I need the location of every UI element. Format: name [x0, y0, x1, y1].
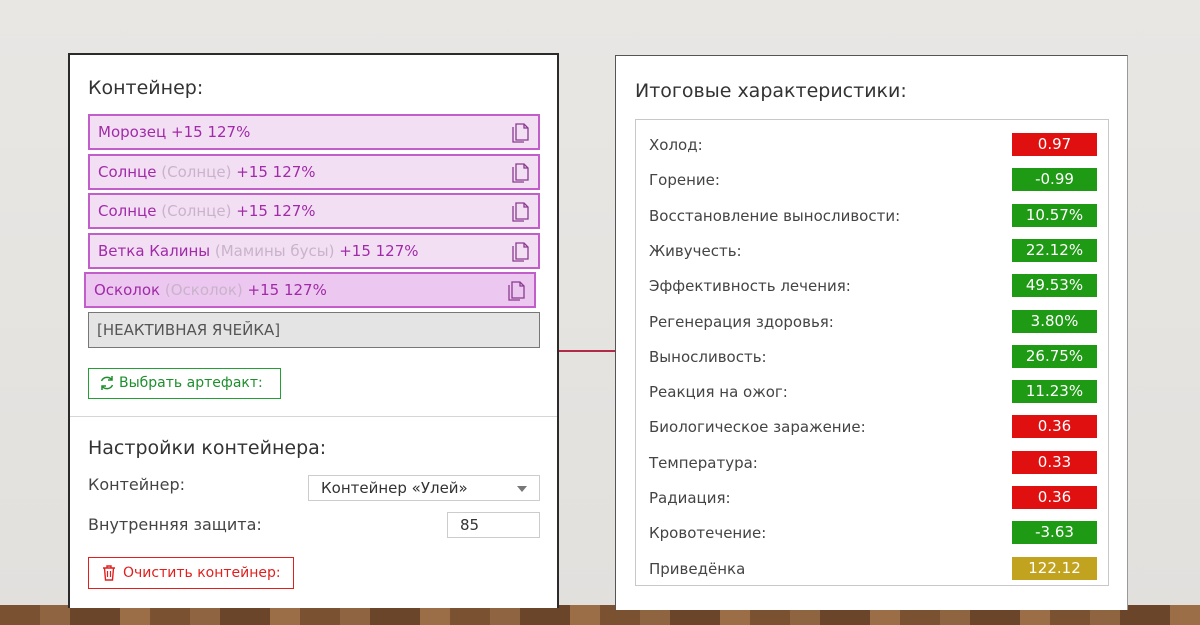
stat-row: Горение: -0.99 — [636, 164, 1108, 199]
artifact-name: Морозец — [98, 123, 167, 141]
artifact-bonus: +15 127% — [247, 281, 327, 299]
stat-value-badge: 11.23% — [1012, 380, 1097, 404]
stat-row: Холод: 0.97 — [636, 129, 1108, 164]
artifact-name: Солнце — [98, 202, 157, 220]
stats-list: Холод: 0.97 Горение: -0.99 Восстановление вы… — [635, 119, 1109, 586]
stat-name: Холод: — [649, 136, 703, 154]
stat-name: Температура: — [649, 453, 758, 472]
stat-value-badge: 10.57% — [1012, 203, 1097, 227]
clear-container-button[interactable]: Очистить контейнер: — [88, 557, 294, 589]
choose-artifact-label: Выбрать артефакт: — [119, 375, 263, 391]
connector-line — [557, 350, 617, 352]
stat-name: Эффективность лечения: — [649, 277, 851, 296]
stat-row: Восстановление выносливости: 10.57% — [636, 200, 1108, 235]
stat-value-badge: 0.97 — [1012, 133, 1097, 156]
stat-value-badge: 0.36 — [1012, 486, 1097, 509]
summary-panel: Итоговые характеристики: Холод: 0.97 Горен… — [615, 55, 1128, 610]
stat-value-badge: -0.99 — [1012, 168, 1097, 192]
artifact-bonus: +15 127% — [236, 163, 316, 181]
copy-icon[interactable] — [508, 279, 526, 301]
artifact-slot[interactable]: Солнце (Солнце) +15 127% — [88, 193, 540, 229]
choose-artifact-button[interactable]: Выбрать артефакт: — [88, 368, 281, 399]
container-type-label: Контейнер: — [88, 475, 186, 494]
clear-container-label: Очистить контейнер: — [123, 565, 281, 581]
section-divider — [70, 416, 557, 417]
stat-row: Приведёнка 122.12 — [636, 553, 1108, 588]
stat-name: Приведёнка — [649, 559, 746, 578]
artifact-slot[interactable]: Морозец +15 127% — [88, 114, 540, 150]
stat-row: Температура: 0.33 — [636, 447, 1108, 482]
artifact-bonus: +15 127% — [339, 242, 419, 260]
artifact-bonus: +15 127% — [171, 123, 251, 141]
protection-label: Внутренняя защита: — [88, 515, 262, 534]
stat-name: Восстановление выносливости: — [649, 206, 901, 225]
trash-icon — [103, 565, 115, 581]
artifact-name: Осколок — [94, 281, 161, 299]
artifact-slot[interactable]: Солнце (Солнце) +15 127% — [88, 154, 540, 190]
refresh-icon — [100, 376, 114, 390]
stat-row: Кровотечение: -3.63 — [636, 517, 1108, 552]
stat-value-badge: 0.36 — [1012, 415, 1097, 439]
stat-row: Регенерация здоровья: 3.80% — [636, 306, 1108, 341]
stat-row: Радиация: 0.36 — [636, 482, 1108, 517]
copy-icon[interactable] — [512, 200, 530, 222]
container-panel: Контейнер: Морозец +15 127% Солнце (Солн… — [68, 53, 559, 608]
stat-name: Радиация: — [649, 489, 731, 507]
stat-name: Биологическое заражение: — [649, 418, 866, 437]
artifact-source: (Солнце) — [161, 202, 232, 220]
stat-value-badge: 22.12% — [1012, 238, 1097, 262]
stat-value-badge: 3.80% — [1012, 309, 1097, 333]
artifact-bonus: +15 127% — [236, 202, 316, 220]
stat-row: Эффективность лечения: 49.53% — [636, 270, 1108, 305]
artifact-name: Солнце — [98, 163, 157, 181]
settings-heading: Настройки контейнера: — [88, 437, 327, 459]
copy-icon[interactable] — [512, 121, 530, 143]
artifact-source: (Мамины бусы) — [214, 242, 335, 260]
artifact-slot-selected[interactable]: Осколок (Осколок) +15 127% — [84, 272, 536, 308]
stat-name: Регенерация здоровья: — [649, 312, 834, 331]
stat-row: Биологическое заражение: 0.36 — [636, 411, 1108, 446]
stat-value-badge: 122.12 — [1012, 556, 1097, 580]
stat-value-badge: 0.33 — [1012, 450, 1097, 474]
stat-value-badge: -3.63 — [1012, 521, 1097, 545]
protection-input[interactable]: 85 — [447, 512, 540, 538]
stat-name: Кровотечение: — [649, 524, 767, 543]
inactive-slot: [НЕАКТИВНАЯ ЯЧЕЙКА] — [88, 312, 540, 348]
stat-value-badge: 26.75% — [1012, 344, 1097, 368]
summary-heading: Итоговые характеристики: — [635, 80, 907, 102]
artifact-source: (Осколок) — [164, 281, 243, 299]
stat-row: Выносливость: 26.75% — [636, 341, 1108, 376]
stat-name: Горение: — [649, 171, 720, 190]
artifact-slot[interactable]: Ветка Калины (Мамины бусы) +15 127% — [88, 233, 540, 269]
container-type-select[interactable]: Контейнер «Улей» — [308, 475, 540, 501]
copy-icon[interactable] — [512, 161, 530, 183]
container-type-value: Контейнер «Улей» — [321, 479, 468, 497]
stat-value-badge: 49.53% — [1012, 274, 1097, 298]
artifact-source: (Солнце) — [161, 163, 232, 181]
stat-name: Выносливость: — [649, 347, 767, 366]
stat-name: Живучесть: — [649, 241, 742, 260]
chevron-down-icon — [517, 486, 527, 492]
copy-icon[interactable] — [512, 240, 530, 262]
stat-name: Реакция на ожог: — [649, 383, 788, 402]
container-heading: Контейнер: — [88, 77, 204, 99]
stat-row: Живучесть: 22.12% — [636, 235, 1108, 270]
artifact-name: Ветка Калины — [98, 242, 211, 260]
stat-row: Реакция на ожог: 11.23% — [636, 376, 1108, 411]
